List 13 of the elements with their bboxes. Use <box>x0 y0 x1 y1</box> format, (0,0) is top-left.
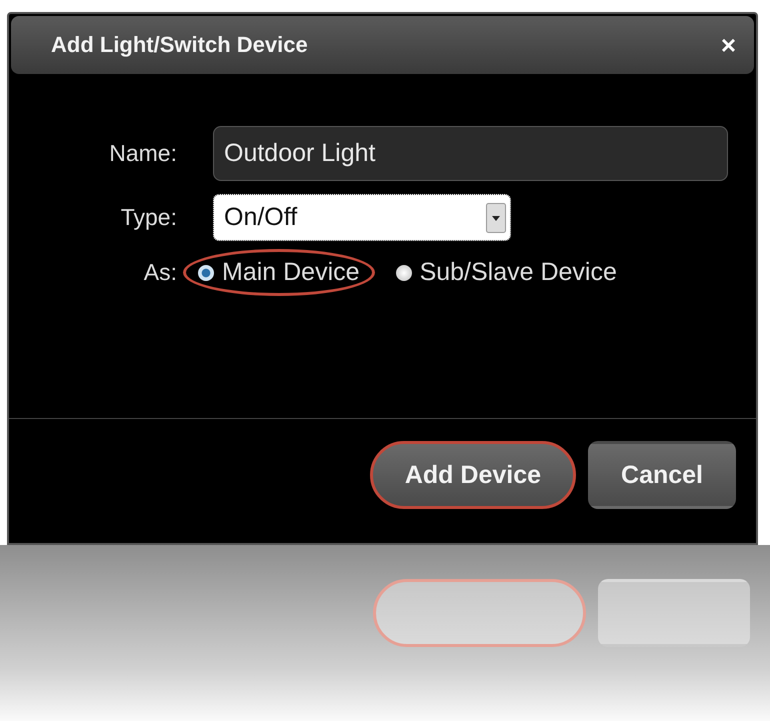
dialog-button[interactable]: Cancel <box>588 441 736 509</box>
type-label: Type: <box>120 204 177 231</box>
name-label: Name: <box>108 140 177 167</box>
window-title: Add Light/Switch Device <box>51 32 308 58</box>
name-input-field[interactable]: Outdoor Light <box>213 126 728 181</box>
radio-button[interactable] <box>198 264 214 280</box>
radio-button[interactable] <box>396 264 412 280</box>
dialog-button[interactable]: Add Device <box>370 441 576 509</box>
as-label: As: <box>142 259 177 286</box>
type-dropdown[interactable]: On/Off <box>213 194 511 241</box>
radio-option[interactable]: Sub/Slave Device <box>380 249 632 296</box>
close-button[interactable]: × <box>716 30 740 60</box>
radio-option[interactable]: Main Device <box>183 249 375 296</box>
